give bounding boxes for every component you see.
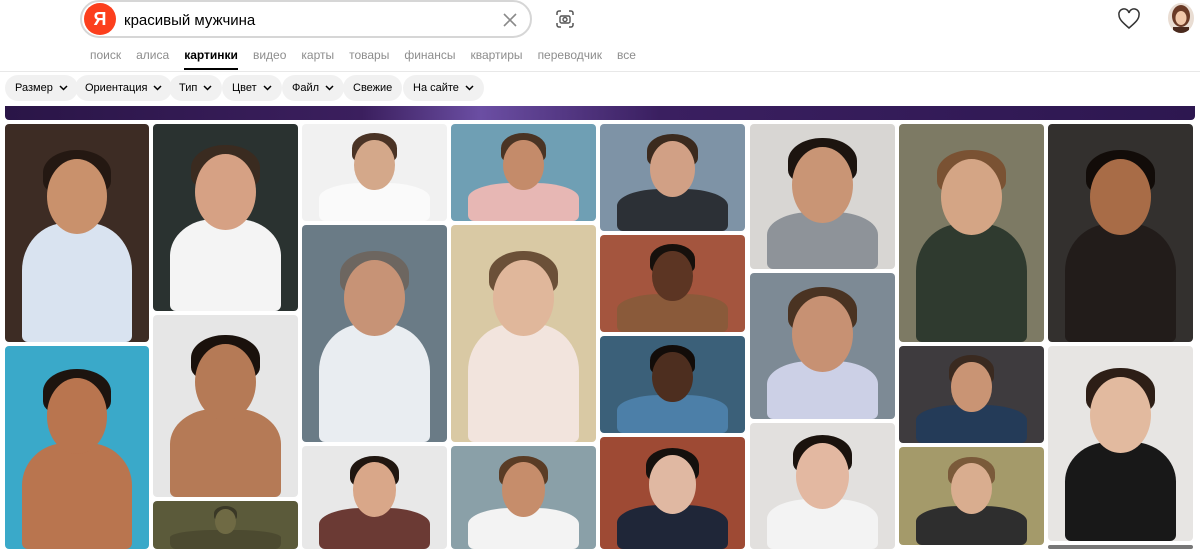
service-all[interactable]: все [617, 48, 636, 68]
image-result-thumbnail[interactable] [153, 315, 298, 497]
image-result-thumbnail[interactable] [899, 124, 1044, 342]
service-search[interactable]: поиск [90, 48, 121, 68]
filters-bar: Размер Ориентация Тип Цвет Файл Свежие Н… [0, 72, 1200, 106]
image-result-thumbnail[interactable] [451, 446, 596, 549]
image-result-thumbnail[interactable] [750, 273, 895, 419]
filter-orientation[interactable]: Ориентация [75, 75, 173, 101]
image-result-thumbnail[interactable] [153, 501, 298, 549]
chevron-down-icon [203, 85, 212, 91]
service-alice[interactable]: алиса [136, 48, 169, 68]
filter-fresh[interactable]: Свежие [343, 75, 403, 101]
camera-search-icon[interactable] [554, 8, 576, 30]
service-realty[interactable]: квартиры [470, 48, 522, 68]
services-nav: поиск алиса картинки видео карты товары … [90, 48, 651, 70]
image-result-thumbnail[interactable] [899, 346, 1044, 443]
filter-label: Файл [292, 82, 320, 94]
image-result-thumbnail[interactable] [5, 124, 149, 342]
filter-label: Ориентация [85, 82, 148, 94]
avatar[interactable] [1168, 3, 1194, 33]
image-result-thumbnail[interactable] [1048, 124, 1193, 342]
filter-label: Тип [179, 82, 198, 94]
image-result-thumbnail[interactable] [5, 346, 149, 549]
filter-label: Свежие [353, 82, 393, 94]
yandex-images-page: Я поиск алиса картинки в [0, 0, 1200, 549]
filter-on-site[interactable]: На сайте [403, 75, 484, 101]
image-result-thumbnail[interactable] [302, 446, 447, 549]
chevron-down-icon [465, 85, 474, 91]
search-input[interactable] [124, 8, 484, 32]
close-icon[interactable] [500, 10, 520, 30]
image-result-thumbnail[interactable] [153, 124, 298, 311]
image-result-thumbnail[interactable] [302, 124, 447, 221]
image-result-thumbnail[interactable] [1048, 346, 1193, 541]
featured-banner[interactable] [5, 106, 1195, 120]
search-box[interactable]: Я [80, 0, 532, 38]
image-result-thumbnail[interactable] [302, 225, 447, 442]
image-result-thumbnail[interactable] [600, 336, 745, 433]
chevron-down-icon [153, 85, 162, 91]
service-translate[interactable]: переводчик [538, 48, 602, 68]
filter-size[interactable]: Размер [5, 75, 78, 101]
filter-file[interactable]: Файл [282, 75, 345, 101]
image-result-thumbnail[interactable] [600, 124, 745, 231]
chevron-down-icon [263, 85, 272, 91]
image-result-thumbnail[interactable] [750, 124, 895, 269]
image-result-thumbnail[interactable] [750, 423, 895, 549]
image-result-thumbnail[interactable] [451, 124, 596, 221]
heart-icon[interactable] [1117, 8, 1141, 30]
service-products[interactable]: товары [349, 48, 389, 68]
filter-color[interactable]: Цвет [222, 75, 282, 101]
image-result-thumbnail[interactable] [899, 447, 1044, 545]
service-video[interactable]: видео [253, 48, 286, 68]
image-result-thumbnail[interactable] [1048, 545, 1193, 549]
chevron-down-icon [325, 85, 334, 91]
filter-label: Размер [15, 82, 53, 94]
image-result-thumbnail[interactable] [600, 437, 745, 549]
filter-label: Цвет [232, 82, 257, 94]
header: Я поиск алиса картинки в [0, 0, 1200, 72]
service-images[interactable]: картинки [184, 48, 238, 70]
chevron-down-icon [59, 85, 68, 91]
service-maps[interactable]: карты [301, 48, 334, 68]
filter-label: На сайте [413, 82, 459, 94]
yandex-logo[interactable]: Я [84, 3, 116, 35]
filter-type[interactable]: Тип [169, 75, 223, 101]
service-finance[interactable]: финансы [404, 48, 455, 68]
image-result-thumbnail[interactable] [451, 225, 596, 442]
image-result-thumbnail[interactable] [600, 235, 745, 332]
